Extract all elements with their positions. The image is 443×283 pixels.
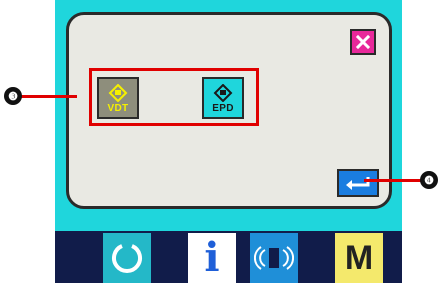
mode-label: M (344, 239, 374, 277)
mode-button[interactable]: M (335, 233, 383, 283)
selection-dialog: VDT EPD (66, 12, 392, 209)
bottom-navigation-bar: i M (55, 231, 402, 283)
callout-3-leader (21, 95, 77, 98)
vdt-icon (108, 84, 128, 102)
close-button[interactable] (350, 29, 376, 55)
enter-button[interactable] (337, 169, 379, 197)
callout-4-leader (364, 179, 422, 182)
reset-icon (112, 244, 142, 273)
mode-selection-frame: VDT EPD (89, 68, 259, 126)
callout-3-marker: ❸ (4, 87, 22, 105)
enter-icon (346, 177, 370, 190)
vdt-mode-button[interactable]: VDT (97, 77, 139, 119)
vdt-label: VDT (107, 103, 129, 114)
reset-button[interactable] (103, 233, 151, 283)
close-icon (355, 34, 371, 50)
communication-icon (254, 246, 294, 270)
epd-icon (213, 84, 233, 102)
touch-screen: VDT EPD (55, 0, 402, 231)
epd-mode-button[interactable]: EPD (202, 77, 244, 119)
communication-button[interactable] (250, 233, 298, 283)
information-button[interactable]: i (188, 233, 236, 283)
epd-label: EPD (212, 103, 234, 114)
callout-4-marker: ❹ (420, 171, 438, 189)
info-label: i (204, 234, 220, 281)
